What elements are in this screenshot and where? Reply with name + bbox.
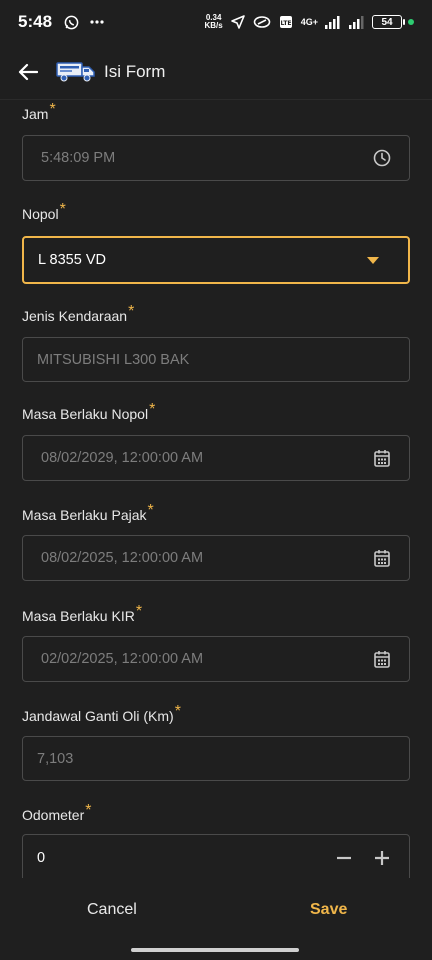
signal-icon-2 [348, 13, 366, 31]
ganti-oli-value: 7,103 [37, 750, 74, 767]
volte-icon: LTE [277, 13, 295, 31]
status-time: 5:48 [18, 12, 53, 31]
jenis-kendaraan-value: MITSUBISHI L300 BAK [37, 351, 190, 368]
masa-berlaku-kir-value: 02/02/2025, 12:00:00 AM [41, 651, 204, 667]
masa-berlaku-nopol-value: 08/02/2029, 12:00:00 AM [41, 450, 204, 466]
nopol-value: L 8355 VD [38, 252, 106, 268]
ganti-oli-label: Jandawal Ganti Oli (Km)* [22, 703, 181, 724]
signal-icon [324, 13, 342, 31]
network-type: 4G+ [300, 17, 318, 27]
save-button[interactable]: Save [310, 901, 347, 919]
masa-berlaku-kir-field[interactable]: 02/02/2025, 12:00:00 AM [22, 636, 410, 682]
odometer-value: 0 [37, 850, 46, 866]
bottom-action-bar: Cancel Save [0, 878, 432, 942]
status-bar: 5:48 0.34 KB/s LTE 4G+ 54 [0, 0, 432, 44]
privacy-indicator-icon [408, 19, 414, 25]
masa-berlaku-pajak-field[interactable]: 08/02/2025, 12:00:00 AM [22, 535, 410, 581]
calendar-icon[interactable] [373, 549, 391, 567]
more-icon [88, 13, 106, 31]
nopol-select[interactable]: L 8355 VD [22, 236, 410, 284]
odometer-label: Odometer* [22, 802, 92, 823]
jam-value: 5:48:09 PM [41, 150, 116, 166]
app-bar: Isi Form [0, 44, 432, 100]
network-speed: 0.34 KB/s [204, 13, 223, 30]
page-title: Isi Form [104, 61, 166, 81]
svg-text:LTE: LTE [280, 20, 291, 27]
cancel-button[interactable]: Cancel [87, 901, 137, 919]
home-indicator[interactable] [131, 948, 299, 952]
navigation-icon [229, 13, 247, 31]
form-scroll-area[interactable]: Jam* 5:48:09 PM Nopol* L 8355 VD Jenis K… [0, 100, 432, 878]
odometer-field[interactable]: 0 [22, 834, 410, 878]
required-mark: * [49, 101, 56, 118]
jam-label: Jam* [22, 101, 56, 122]
battery-icon: 54 [372, 15, 405, 29]
jenis-kendaraan-label: Jenis Kendaraan* [22, 303, 135, 324]
jam-field[interactable]: 5:48:09 PM [22, 135, 410, 181]
masa-berlaku-nopol-field[interactable]: 08/02/2029, 12:00:00 AM [22, 435, 410, 481]
ganti-oli-field[interactable]: 7,103 [22, 736, 410, 781]
truck-icon [56, 60, 96, 84]
whatsapp-icon [62, 13, 80, 31]
dropdown-arrow-icon[interactable] [364, 251, 382, 269]
odometer-stepper [335, 849, 391, 867]
masa-berlaku-pajak-value: 08/02/2025, 12:00:00 AM [41, 550, 204, 566]
link-icon [253, 13, 271, 31]
calendar-icon[interactable] [373, 449, 391, 467]
masa-berlaku-kir-label: Masa Berlaku KIR* [22, 603, 143, 624]
calendar-icon[interactable] [373, 650, 391, 668]
jenis-kendaraan-field[interactable]: MITSUBISHI L300 BAK [22, 337, 410, 382]
plus-icon[interactable] [373, 849, 391, 867]
minus-icon[interactable] [335, 849, 353, 867]
masa-berlaku-nopol-label: Masa Berlaku Nopol* [22, 401, 156, 422]
back-arrow-icon[interactable] [16, 60, 40, 84]
nopol-label: Nopol* [22, 201, 66, 222]
masa-berlaku-pajak-label: Masa Berlaku Pajak* [22, 502, 154, 523]
clock-icon[interactable] [373, 149, 391, 167]
